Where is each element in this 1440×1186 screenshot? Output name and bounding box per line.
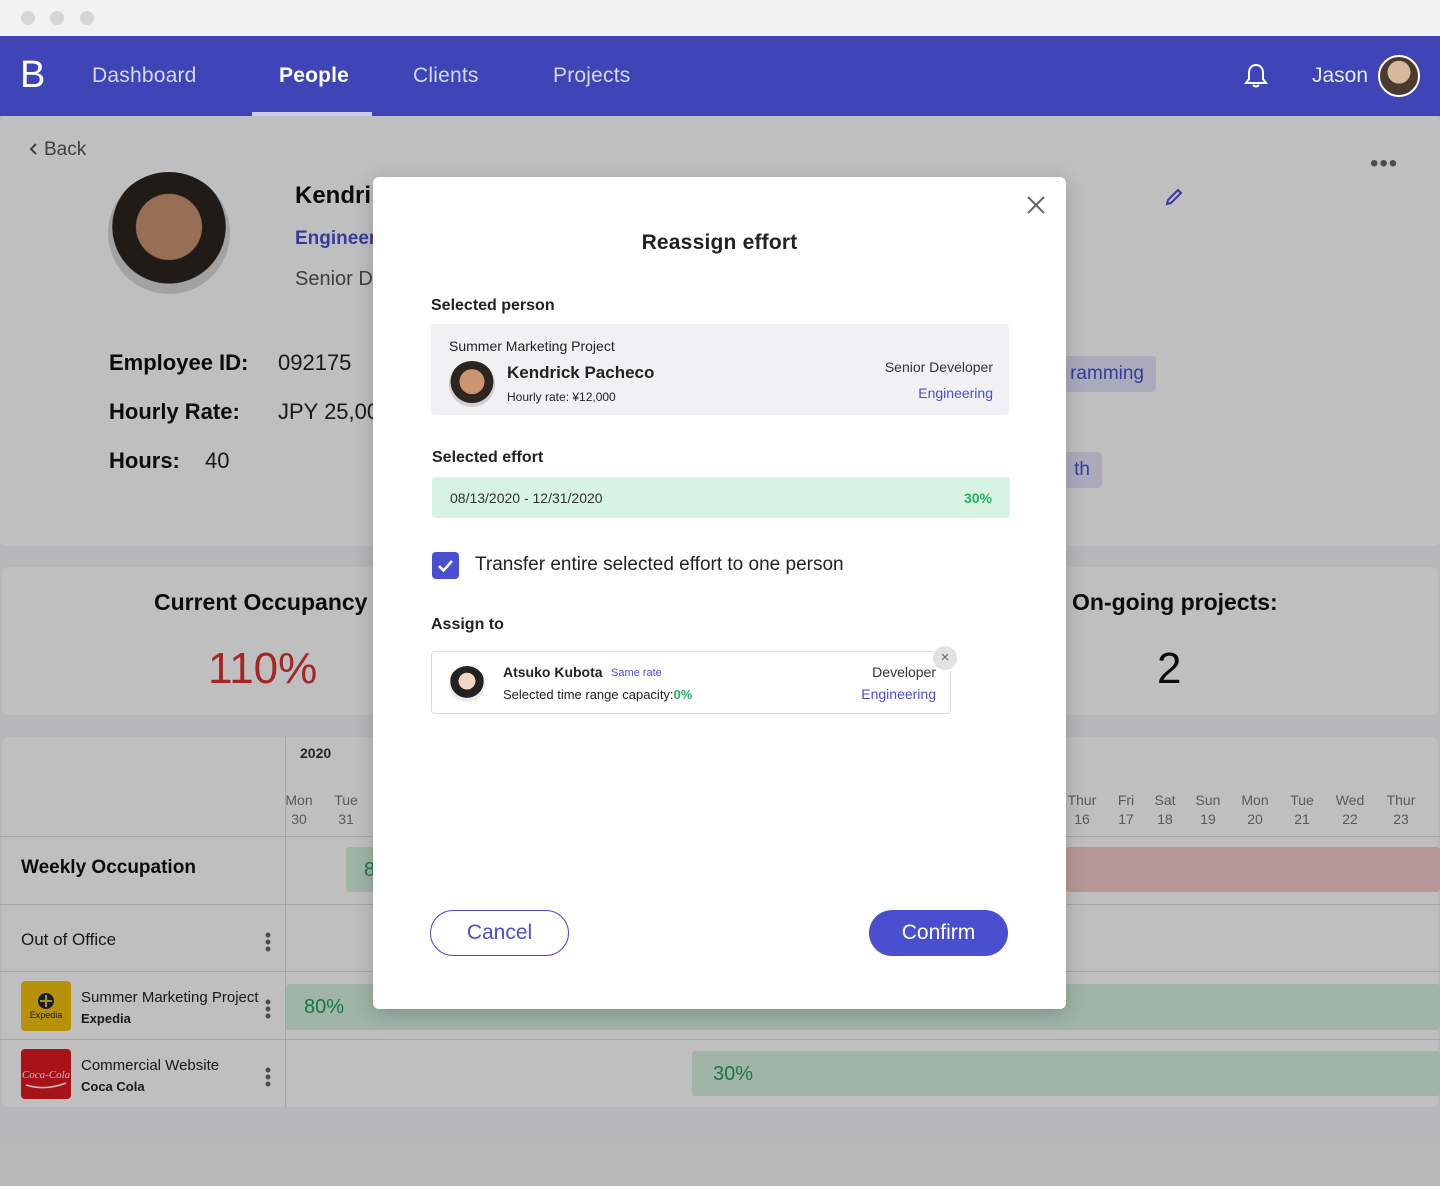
assign-to-label: Assign to bbox=[431, 616, 504, 633]
window-chrome bbox=[0, 0, 1440, 36]
transfer-checkbox-label[interactable]: Transfer entire selected effort to one p… bbox=[475, 554, 844, 576]
selected-person-card: Summer Marketing Project Kendrick Pachec… bbox=[431, 324, 1009, 415]
person-department: Engineering bbox=[918, 385, 993, 401]
assignee-department: Engineering bbox=[861, 686, 936, 702]
nav-people[interactable]: People bbox=[279, 64, 349, 88]
nav-dashboard[interactable]: Dashboard bbox=[92, 64, 197, 88]
selected-effort-bar: 08/13/2020 - 12/31/2020 30% bbox=[432, 477, 1010, 518]
transfer-checkbox[interactable] bbox=[432, 552, 459, 579]
person-project: Summer Marketing Project bbox=[449, 338, 615, 354]
capacity-value: 0% bbox=[673, 687, 693, 702]
selected-person-label: Selected person bbox=[431, 297, 555, 314]
effort-percent: 30% bbox=[963, 490, 992, 506]
check-icon bbox=[438, 560, 453, 573]
assignee-capacity: Selected time range capacity:0% bbox=[503, 687, 693, 702]
person-name: Kendrick Pacheco bbox=[507, 363, 655, 382]
cancel-button[interactable]: Cancel bbox=[430, 910, 569, 956]
modal-title: Reassign effort bbox=[641, 231, 798, 254]
nav-clients[interactable]: Clients bbox=[413, 64, 479, 88]
assignee-avatar bbox=[449, 666, 485, 702]
effort-date-range: 08/13/2020 - 12/31/2020 bbox=[450, 490, 603, 506]
person-avatar bbox=[449, 361, 495, 407]
top-navbar: B Dashboard People Clients Projects Jaso… bbox=[0, 36, 1440, 116]
reassign-effort-modal: Reassign effort Selected person Summer M… bbox=[373, 177, 1066, 1009]
user-name[interactable]: Jason bbox=[1312, 64, 1368, 88]
window-zoom-dot[interactable] bbox=[80, 11, 94, 25]
close-icon[interactable] bbox=[1025, 194, 1047, 216]
person-rate: Hourly rate: ¥12,000 bbox=[507, 390, 616, 404]
remove-assignee-icon[interactable]: × bbox=[931, 644, 959, 672]
bell-icon[interactable] bbox=[1243, 62, 1269, 90]
window-close-dot[interactable] bbox=[21, 11, 35, 25]
assignee-name: Atsuko Kubota bbox=[503, 664, 603, 680]
person-role: Senior Developer bbox=[884, 359, 993, 375]
same-rate-tag: Same rate bbox=[611, 667, 662, 679]
confirm-button[interactable]: Confirm bbox=[869, 910, 1008, 956]
nav-projects[interactable]: Projects bbox=[553, 64, 630, 88]
user-avatar[interactable] bbox=[1378, 55, 1420, 97]
assignee-role: Developer bbox=[872, 664, 936, 680]
selected-effort-label: Selected effort bbox=[432, 449, 544, 466]
assignee-card[interactable]: Atsuko Kubota Same rate Selected time ra… bbox=[431, 651, 951, 714]
app-logo[interactable]: B bbox=[20, 54, 45, 97]
window-minimize-dot[interactable] bbox=[50, 11, 64, 25]
